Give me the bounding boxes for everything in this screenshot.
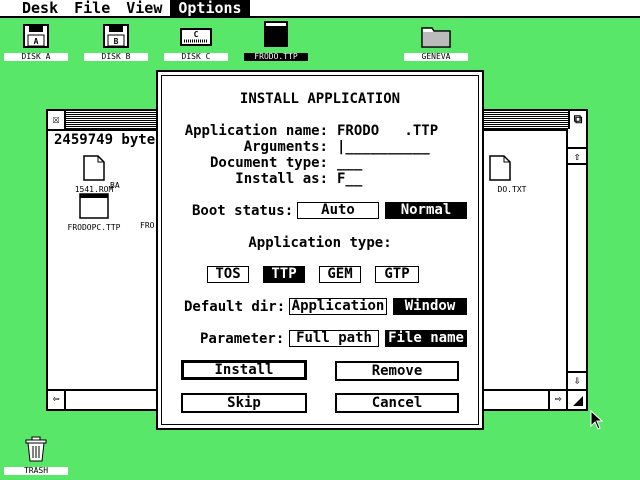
fullsize-icon[interactable]: ⧉ bbox=[568, 111, 586, 129]
type-tos-button[interactable]: TOS bbox=[207, 266, 249, 283]
arguments-label: Arguments: bbox=[243, 139, 328, 155]
dialog-title: INSTALL APPLICATION bbox=[239, 91, 401, 107]
geneva-label: GENEVA bbox=[404, 53, 468, 61]
application-icon bbox=[264, 21, 288, 47]
close-icon[interactable]: ☒ bbox=[48, 111, 66, 129]
defdir-window-button[interactable]: Window bbox=[393, 298, 467, 315]
application-type-label: Application type: bbox=[248, 235, 392, 251]
skip-button[interactable]: Skip bbox=[181, 393, 307, 413]
frodo-ttp-icon[interactable]: FRODO.TTP bbox=[240, 20, 312, 61]
window-info-line: 2459749 bytes bbox=[54, 132, 164, 148]
geneva-folder-icon[interactable]: GENEVA bbox=[400, 24, 472, 61]
menu-file[interactable]: File bbox=[66, 0, 118, 17]
document-type-label: Document type: bbox=[209, 155, 328, 171]
application-icon bbox=[79, 193, 109, 219]
folder-icon bbox=[421, 27, 451, 48]
frodo-ttp-label: FRODO.TTP bbox=[244, 53, 308, 61]
install-as-label: Install as: bbox=[235, 171, 328, 187]
disk-b-letter: B bbox=[114, 37, 119, 46]
mouse-pointer-icon bbox=[590, 410, 604, 430]
disk-b-label: DISK B bbox=[84, 53, 148, 61]
arguments-field[interactable]: |__________ bbox=[337, 139, 430, 155]
cancel-button[interactable]: Cancel bbox=[335, 393, 459, 413]
scroll-down-icon[interactable]: ⇩ bbox=[568, 371, 586, 389]
param-full-path-button[interactable]: Full path bbox=[289, 330, 379, 347]
boot-auto-button[interactable]: Auto bbox=[297, 202, 379, 219]
trash-label: TRASH bbox=[4, 467, 68, 475]
floppy-disk-icon: A bbox=[23, 24, 49, 48]
scroll-up-icon[interactable]: ⇧ bbox=[568, 147, 586, 165]
menu-view[interactable]: View bbox=[118, 0, 170, 17]
menu-desk[interactable]: Desk bbox=[0, 0, 66, 17]
app-name-field[interactable]: FRODO .TTP bbox=[337, 123, 438, 139]
file-label: FRODOPC.TTP bbox=[67, 223, 121, 232]
document-icon bbox=[489, 155, 511, 181]
type-gtp-button[interactable]: GTP bbox=[375, 266, 419, 283]
document-icon bbox=[83, 155, 105, 181]
floppy-disk-icon: B bbox=[103, 24, 129, 48]
install-button[interactable]: Install bbox=[181, 360, 307, 380]
boot-normal-button[interactable]: Normal bbox=[385, 202, 467, 219]
type-ttp-button[interactable]: TTP bbox=[263, 266, 305, 283]
trash-icon[interactable]: TRASH bbox=[0, 436, 72, 475]
document-type-field[interactable]: ___ bbox=[337, 155, 362, 171]
disk-c-letter: C bbox=[194, 30, 199, 39]
disk-b-icon[interactable]: B DISK B bbox=[80, 24, 152, 61]
disk-a-icon[interactable]: A DISK A bbox=[0, 24, 72, 61]
install-application-dialog: INSTALL APPLICATION Application name: FR… bbox=[156, 70, 484, 430]
disk-c-icon[interactable]: C DISK C bbox=[160, 24, 232, 61]
parameter-label: Parameter: bbox=[200, 331, 285, 347]
file-ba[interactable]: BA bbox=[110, 155, 150, 190]
install-as-field[interactable]: F__ bbox=[337, 171, 362, 187]
defdir-application-button[interactable]: Application bbox=[289, 298, 387, 315]
scroll-right-icon[interactable]: ⇨ bbox=[548, 391, 566, 409]
resize-icon[interactable] bbox=[566, 389, 586, 409]
disk-a-letter: A bbox=[34, 37, 39, 46]
boot-status-label: Boot status: bbox=[192, 203, 294, 219]
trash-can-icon bbox=[25, 436, 47, 462]
type-gem-button[interactable]: GEM bbox=[319, 266, 361, 283]
app-name-label: Application name: bbox=[184, 123, 328, 139]
remove-button[interactable]: Remove bbox=[335, 361, 459, 381]
hard-disk-icon: C bbox=[180, 28, 212, 46]
vertical-scrollbar[interactable]: ⇧ ⇩ bbox=[566, 129, 586, 389]
file-label: BA bbox=[110, 181, 120, 190]
disk-c-label: DISK C bbox=[164, 53, 228, 61]
scroll-left-icon[interactable]: ⇦ bbox=[48, 391, 66, 409]
file-frodopc-ttp[interactable]: FRODOPC.TTP bbox=[54, 193, 134, 232]
menu-options[interactable]: Options bbox=[170, 0, 250, 17]
param-file-name-button[interactable]: File name bbox=[385, 330, 467, 347]
default-dir-label: Default dir: bbox=[184, 299, 286, 315]
disk-a-label: DISK A bbox=[4, 53, 68, 61]
menu-bar: Desk File View Options bbox=[0, 0, 640, 18]
